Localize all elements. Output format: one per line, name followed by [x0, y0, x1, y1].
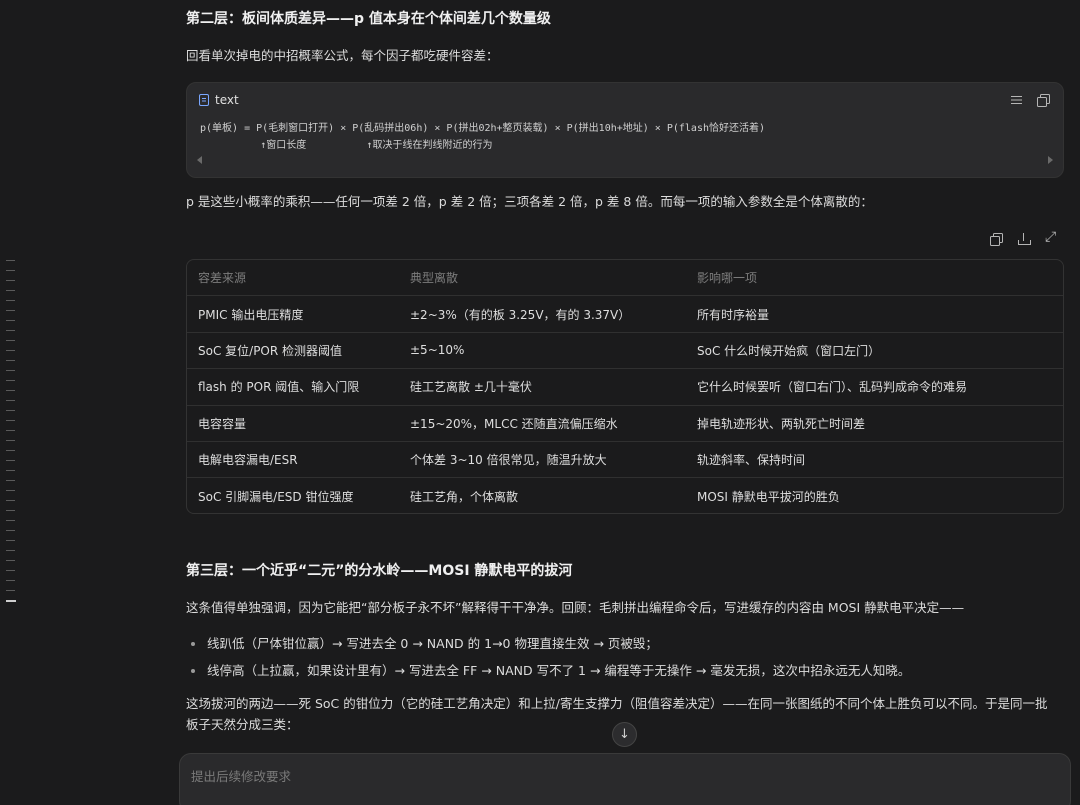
outline-tick[interactable] [6, 510, 15, 511]
table-cell: 硅工艺角，个体离散 [410, 490, 519, 505]
section3-heading: 第三层：一个近乎“二元”的分水岭——MOSI 静默电平的拔河 [186, 563, 573, 579]
table-cell: flash 的 POR 阈值、输入门限 [198, 380, 360, 395]
outline-tick[interactable] [6, 380, 15, 381]
outline-tick[interactable] [6, 280, 15, 281]
table-cell: ±15~20%，MLCC 还随直流偏压缩水 [410, 416, 618, 431]
copy-table-icon[interactable] [990, 233, 1003, 246]
table-cell: 电解电容漏电/ESR [198, 453, 298, 468]
scroll-left-icon[interactable] [197, 156, 202, 164]
table-cell: SoC 引脚漏电/ESD 钳位强度 [198, 490, 354, 505]
outline-tick[interactable] [6, 390, 15, 391]
table-cell: 它什么时候罢听（窗口右门）、乱码判成命令的难易 [697, 380, 968, 395]
outline-tick[interactable] [6, 500, 15, 501]
table-cell: 电容容量 [198, 416, 247, 431]
table-cell: SoC 什么时候开始疯（窗口左门） [697, 343, 881, 358]
outline-tick[interactable] [6, 470, 15, 471]
tolerance-table: 容差来源 典型离散 影响哪一项 PMIC 输出电压精度 ±2~3%（有的板 3.… [186, 259, 1064, 514]
download-icon[interactable] [1018, 233, 1031, 245]
outline-tick[interactable] [6, 520, 15, 521]
table-cell: ±2~3%（有的板 3.25V，有的 3.37V） [410, 307, 631, 322]
outline-tick[interactable] [6, 430, 15, 431]
outline-tick[interactable] [6, 530, 15, 531]
table-row: 电容容量 ±15~20%，MLCC 还随直流偏压缩水 掉电轨迹形状、两轨死亡时间… [187, 406, 1063, 442]
outline-tick[interactable] [6, 580, 15, 581]
table-cell: MOSI 静默电平拔河的胜负 [697, 490, 840, 505]
table-toolbar [990, 229, 1058, 246]
section3-intro: 这条值得单独强调，因为它能把“部分板子永不坏”解释得干干净净。回顾：毛刺拼出编程… [186, 600, 965, 615]
code-block: text p(单板) = P(毛刺窗口打开) × P(乱码拼出06h) × P(… [186, 82, 1064, 178]
outline-tick[interactable] [6, 410, 15, 411]
outline-tick[interactable] [6, 420, 15, 421]
code-line: ↑窗口长度 ↑取决于线在判线附近的行为 [200, 140, 493, 151]
outline-tick[interactable] [6, 360, 15, 361]
outline-tick[interactable] [6, 460, 15, 461]
message-composer[interactable] [179, 753, 1071, 805]
list-item: 线趴低（尸体钳位赢）→ 写进去全 0 → NAND 的 1→0 物理直接生效 →… [186, 630, 1064, 657]
outline-tick[interactable] [6, 570, 15, 571]
section2-heading: 第二层：板间体质差异——p 值本身在个体间差几个数量级 [186, 11, 551, 27]
code-content: p(单板) = P(毛刺窗口打开) × P(乱码拼出06h) × P(拼出02h… [200, 120, 765, 154]
expand-icon[interactable] [1045, 229, 1058, 245]
code-language-label: text [215, 93, 239, 107]
table-header-row: 容差来源 典型离散 影响哪一项 [187, 260, 1063, 297]
outline-tick[interactable] [6, 310, 15, 311]
table-row: PMIC 输出电压精度 ±2~3%（有的板 3.25V，有的 3.37V） 所有… [187, 296, 1063, 333]
outline-tick[interactable] [6, 480, 15, 481]
code-header: text [199, 93, 239, 107]
arrow-down-icon: ↓ [619, 727, 630, 742]
outline-tick[interactable] [6, 600, 16, 602]
outline-tick[interactable] [6, 330, 15, 331]
outline-tick[interactable] [6, 340, 15, 341]
table-cell: ±5~10% [410, 343, 465, 358]
table-cell: 轨迹斜率、保持时间 [697, 453, 806, 468]
outline-tick[interactable] [6, 270, 15, 271]
table-cell: 所有时序裕量 [697, 307, 770, 322]
outline-tick[interactable] [6, 290, 15, 291]
table-cell: 硅工艺离散 ±几十毫伏 [410, 380, 532, 395]
copy-code-icon[interactable] [1037, 94, 1050, 107]
table-row: 电解电容漏电/ESR 个体差 3~10 倍很常见，随温升放大 轨迹斜率、保持时间 [187, 442, 1063, 479]
table-cell: 个体差 3~10 倍很常见，随温升放大 [410, 453, 607, 468]
outline-tick[interactable] [6, 560, 15, 561]
outline-tick[interactable] [6, 260, 15, 261]
table-row: flash 的 POR 阈值、输入门限 硅工艺离散 ±几十毫伏 它什么时候罢听（… [187, 369, 1063, 406]
outline-tick[interactable] [6, 590, 15, 591]
bullet-list: 线趴低（尸体钳位赢）→ 写进去全 0 → NAND 的 1→0 物理直接生效 →… [186, 630, 1064, 684]
outline-tick[interactable] [6, 540, 15, 541]
table-header-cell: 影响哪一项 [697, 271, 758, 286]
scroll-to-bottom-button[interactable]: ↓ [612, 722, 637, 747]
table-cell: 掉电轨迹形状、两轨死亡时间差 [697, 416, 866, 431]
section2-intro: 回看单次掉电的中招概率公式，每个因子都吃硬件容差： [186, 48, 499, 63]
section2-summary: p 是这些小概率的乘积——任何一项差 2 倍，p 差 2 倍；三项各差 2 倍，… [186, 194, 873, 209]
list-item: 线停高（上拉赢，如果设计里有）→ 写进去全 FF → NAND 写不了 1 → … [186, 657, 1064, 684]
table-header-cell: 典型离散 [410, 271, 459, 286]
outline-tick[interactable] [6, 370, 15, 371]
table-row: SoC 复位/POR 检测器阈值 ±5~10% SoC 什么时候开始疯（窗口左门… [187, 333, 1063, 370]
scroll-right-icon[interactable] [1048, 156, 1053, 164]
outline-tick[interactable] [6, 400, 15, 401]
outline-tick[interactable] [6, 440, 15, 441]
section3-closing-line: 这场拔河的两边——死 SoC 的钳位力（它的硅工艺角决定）和上拉/寄生支撑力（阻… [186, 696, 1048, 711]
file-icon [199, 94, 209, 106]
outline-tick[interactable] [6, 450, 15, 451]
outline-tick[interactable] [6, 300, 15, 301]
outline-tick[interactable] [6, 550, 15, 551]
follow-up-input[interactable] [191, 767, 1051, 785]
outline-tick[interactable] [6, 350, 15, 351]
code-line: p(单板) = P(毛刺窗口打开) × P(乱码拼出06h) × P(拼出02h… [200, 123, 766, 134]
wrap-lines-icon[interactable] [1011, 94, 1023, 106]
section3-closing-line: 板子天然分成三类： [186, 717, 299, 732]
table-cell: SoC 复位/POR 检测器阈值 [198, 343, 343, 358]
table-row: SoC 引脚漏电/ESD 钳位强度 硅工艺角，个体离散 MOSI 静默电平拔河的… [187, 478, 1063, 513]
table-cell: PMIC 输出电压精度 [198, 307, 304, 322]
outline-tick[interactable] [6, 490, 15, 491]
table-header-cell: 容差来源 [198, 271, 247, 286]
outline-tick[interactable] [6, 320, 15, 321]
code-actions [1011, 94, 1050, 107]
conversation-outline-rail[interactable] [0, 0, 24, 805]
